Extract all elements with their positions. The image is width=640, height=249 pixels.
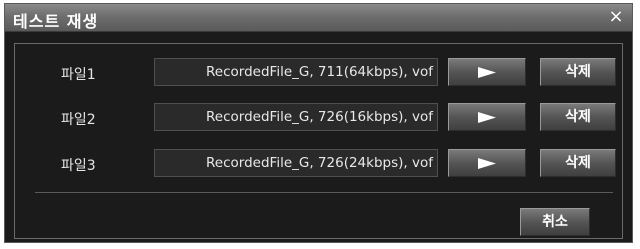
file-row-1: 파일1 RecordedFile_G, 711(64kbps), vof 삭제 (15, 58, 622, 88)
file-name-field-3[interactable]: RecordedFile_G, 726(24kbps), vof (154, 149, 438, 177)
play-button-2[interactable] (448, 103, 526, 131)
delete-button-1[interactable]: 삭제 (540, 58, 616, 86)
file-row-2: 파일2 RecordedFile_G, 726(16kbps), vof 삭제 (15, 103, 622, 133)
delete-button-3[interactable]: 삭제 (540, 149, 616, 177)
file-label-2: 파일2 (61, 112, 96, 128)
play-icon (478, 67, 496, 78)
play-icon (478, 112, 496, 123)
title-bar[interactable]: 테스트 재생 × (5, 4, 632, 32)
file-label-3: 파일3 (61, 158, 96, 174)
test-playback-dialog: 테스트 재생 × 파일1 RecordedFile_G, 711(64kbps)… (4, 3, 633, 243)
cancel-button[interactable]: 취소 (520, 208, 590, 236)
play-button-3[interactable] (448, 149, 526, 177)
close-icon[interactable]: × (606, 7, 626, 27)
file-name-field-2[interactable]: RecordedFile_G, 726(16kbps), vof (154, 103, 438, 131)
file-list-panel: 파일1 RecordedFile_G, 711(64kbps), vof 삭제 … (14, 43, 623, 239)
file-name-field-1[interactable]: RecordedFile_G, 711(64kbps), vof (154, 58, 438, 86)
play-button-1[interactable] (448, 58, 526, 86)
play-icon (478, 158, 496, 169)
dialog-title: 테스트 재생 (13, 12, 99, 31)
delete-button-2[interactable]: 삭제 (540, 103, 616, 131)
file-label-1: 파일1 (61, 67, 96, 83)
separator-line (35, 192, 613, 193)
file-row-3: 파일3 RecordedFile_G, 726(24kbps), vof 삭제 (15, 149, 622, 179)
